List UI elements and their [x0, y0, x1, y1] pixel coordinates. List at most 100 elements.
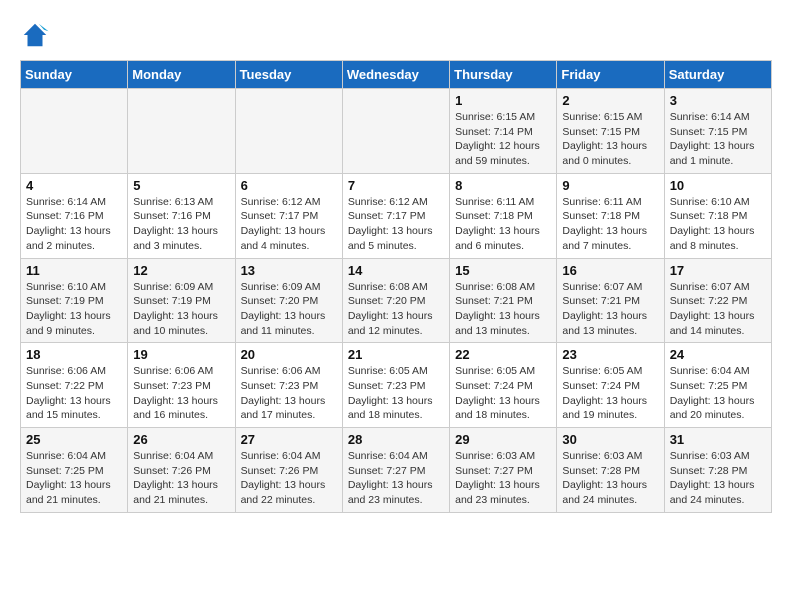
day-number: 27 — [241, 432, 337, 447]
day-number: 4 — [26, 178, 122, 193]
day-number: 29 — [455, 432, 551, 447]
page-header — [20, 20, 772, 50]
days-header-row: SundayMondayTuesdayWednesdayThursdayFrid… — [21, 61, 772, 89]
day-number: 3 — [670, 93, 766, 108]
day-number: 22 — [455, 347, 551, 362]
day-of-week-header: Saturday — [664, 61, 771, 89]
day-info: Sunrise: 6:05 AM Sunset: 7:24 PM Dayligh… — [455, 364, 551, 423]
calendar-cell: 20 Sunrise: 6:06 AM Sunset: 7:23 PM Dayli… — [235, 343, 342, 428]
day-info: Sunrise: 6:11 AM Sunset: 7:18 PM Dayligh… — [562, 195, 658, 254]
day-number: 16 — [562, 263, 658, 278]
calendar-table: SundayMondayTuesdayWednesdayThursdayFrid… — [20, 60, 772, 513]
day-number: 18 — [26, 347, 122, 362]
day-number: 19 — [133, 347, 229, 362]
calendar-cell: 5 Sunrise: 6:13 AM Sunset: 7:16 PM Daylig… — [128, 173, 235, 258]
day-info: Sunrise: 6:06 AM Sunset: 7:23 PM Dayligh… — [133, 364, 229, 423]
day-info: Sunrise: 6:06 AM Sunset: 7:22 PM Dayligh… — [26, 364, 122, 423]
day-info: Sunrise: 6:15 AM Sunset: 7:15 PM Dayligh… — [562, 110, 658, 169]
day-info: Sunrise: 6:04 AM Sunset: 7:27 PM Dayligh… — [348, 449, 444, 508]
calendar-cell: 9 Sunrise: 6:11 AM Sunset: 7:18 PM Daylig… — [557, 173, 664, 258]
day-info: Sunrise: 6:10 AM Sunset: 7:19 PM Dayligh… — [26, 280, 122, 339]
day-number: 1 — [455, 93, 551, 108]
day-info: Sunrise: 6:03 AM Sunset: 7:27 PM Dayligh… — [455, 449, 551, 508]
day-number: 10 — [670, 178, 766, 193]
day-info: Sunrise: 6:13 AM Sunset: 7:16 PM Dayligh… — [133, 195, 229, 254]
day-of-week-header: Wednesday — [342, 61, 449, 89]
calendar-cell: 1 Sunrise: 6:15 AM Sunset: 7:14 PM Daylig… — [450, 89, 557, 174]
day-info: Sunrise: 6:11 AM Sunset: 7:18 PM Dayligh… — [455, 195, 551, 254]
day-info: Sunrise: 6:06 AM Sunset: 7:23 PM Dayligh… — [241, 364, 337, 423]
day-of-week-header: Friday — [557, 61, 664, 89]
day-number: 11 — [26, 263, 122, 278]
calendar-cell: 23 Sunrise: 6:05 AM Sunset: 7:24 PM Dayli… — [557, 343, 664, 428]
day-number: 2 — [562, 93, 658, 108]
calendar-cell: 22 Sunrise: 6:05 AM Sunset: 7:24 PM Dayli… — [450, 343, 557, 428]
day-number: 26 — [133, 432, 229, 447]
day-info: Sunrise: 6:04 AM Sunset: 7:26 PM Dayligh… — [133, 449, 229, 508]
day-number: 9 — [562, 178, 658, 193]
day-of-week-header: Thursday — [450, 61, 557, 89]
calendar-week-row: 25Sunrise: 6:04 AM Sunset: 7:25 PM Dayli… — [21, 428, 772, 513]
day-number: 23 — [562, 347, 658, 362]
calendar-cell: 2 Sunrise: 6:15 AM Sunset: 7:15 PM Daylig… — [557, 89, 664, 174]
calendar-cell: 31Sunrise: 6:03 AM Sunset: 7:28 PM Dayli… — [664, 428, 771, 513]
calendar-cell: 17 Sunrise: 6:07 AM Sunset: 7:22 PM Dayli… — [664, 258, 771, 343]
day-number: 6 — [241, 178, 337, 193]
day-number: 15 — [455, 263, 551, 278]
day-info: Sunrise: 6:03 AM Sunset: 7:28 PM Dayligh… — [562, 449, 658, 508]
day-info: Sunrise: 6:04 AM Sunset: 7:25 PM Dayligh… — [670, 364, 766, 423]
day-info: Sunrise: 6:03 AM Sunset: 7:28 PM Dayligh… — [670, 449, 766, 508]
calendar-cell: 15 Sunrise: 6:08 AM Sunset: 7:21 PM Dayli… — [450, 258, 557, 343]
day-info: Sunrise: 6:07 AM Sunset: 7:21 PM Dayligh… — [562, 280, 658, 339]
day-number: 7 — [348, 178, 444, 193]
day-info: Sunrise: 6:05 AM Sunset: 7:23 PM Dayligh… — [348, 364, 444, 423]
day-info: Sunrise: 6:12 AM Sunset: 7:17 PM Dayligh… — [241, 195, 337, 254]
calendar-week-row: 1 Sunrise: 6:15 AM Sunset: 7:14 PM Daylig… — [21, 89, 772, 174]
day-number: 21 — [348, 347, 444, 362]
calendar-week-row: 4Sunrise: 6:14 AM Sunset: 7:16 PM Daylig… — [21, 173, 772, 258]
calendar-cell: 13Sunrise: 6:09 AM Sunset: 7:20 PM Dayli… — [235, 258, 342, 343]
day-info: Sunrise: 6:09 AM Sunset: 7:19 PM Dayligh… — [133, 280, 229, 339]
logo-icon — [20, 20, 50, 50]
day-number: 12 — [133, 263, 229, 278]
day-info: Sunrise: 6:04 AM Sunset: 7:26 PM Dayligh… — [241, 449, 337, 508]
day-info: Sunrise: 6:12 AM Sunset: 7:17 PM Dayligh… — [348, 195, 444, 254]
calendar-cell: 21 Sunrise: 6:05 AM Sunset: 7:23 PM Dayli… — [342, 343, 449, 428]
calendar-cell: 25Sunrise: 6:04 AM Sunset: 7:25 PM Dayli… — [21, 428, 128, 513]
calendar-cell — [128, 89, 235, 174]
calendar-cell: 3 Sunrise: 6:14 AM Sunset: 7:15 PM Daylig… — [664, 89, 771, 174]
calendar-cell — [21, 89, 128, 174]
calendar-cell: 12 Sunrise: 6:09 AM Sunset: 7:19 PM Dayli… — [128, 258, 235, 343]
day-number: 17 — [670, 263, 766, 278]
day-number: 20 — [241, 347, 337, 362]
calendar-cell: 6 Sunrise: 6:12 AM Sunset: 7:17 PM Daylig… — [235, 173, 342, 258]
calendar-cell — [235, 89, 342, 174]
calendar-cell — [342, 89, 449, 174]
calendar-cell: 10 Sunrise: 6:10 AM Sunset: 7:18 PM Dayli… — [664, 173, 771, 258]
day-info: Sunrise: 6:07 AM Sunset: 7:22 PM Dayligh… — [670, 280, 766, 339]
calendar-cell: 8 Sunrise: 6:11 AM Sunset: 7:18 PM Daylig… — [450, 173, 557, 258]
day-number: 14 — [348, 263, 444, 278]
calendar-cell: 4Sunrise: 6:14 AM Sunset: 7:16 PM Daylig… — [21, 173, 128, 258]
day-of-week-header: Tuesday — [235, 61, 342, 89]
day-info: Sunrise: 6:05 AM Sunset: 7:24 PM Dayligh… — [562, 364, 658, 423]
day-number: 24 — [670, 347, 766, 362]
day-info: Sunrise: 6:15 AM Sunset: 7:14 PM Dayligh… — [455, 110, 551, 169]
calendar-cell: 14Sunrise: 6:08 AM Sunset: 7:20 PM Dayli… — [342, 258, 449, 343]
calendar-cell: 29 Sunrise: 6:03 AM Sunset: 7:27 PM Dayli… — [450, 428, 557, 513]
calendar-week-row: 18 Sunrise: 6:06 AM Sunset: 7:22 PM Dayli… — [21, 343, 772, 428]
calendar-cell: 16 Sunrise: 6:07 AM Sunset: 7:21 PM Dayli… — [557, 258, 664, 343]
day-info: Sunrise: 6:08 AM Sunset: 7:21 PM Dayligh… — [455, 280, 551, 339]
calendar-cell: 11 Sunrise: 6:10 AM Sunset: 7:19 PM Dayli… — [21, 258, 128, 343]
day-info: Sunrise: 6:10 AM Sunset: 7:18 PM Dayligh… — [670, 195, 766, 254]
day-info: Sunrise: 6:14 AM Sunset: 7:15 PM Dayligh… — [670, 110, 766, 169]
calendar-cell: 18 Sunrise: 6:06 AM Sunset: 7:22 PM Dayli… — [21, 343, 128, 428]
calendar-week-row: 11 Sunrise: 6:10 AM Sunset: 7:19 PM Dayli… — [21, 258, 772, 343]
day-number: 13 — [241, 263, 337, 278]
calendar-cell: 19 Sunrise: 6:06 AM Sunset: 7:23 PM Dayli… — [128, 343, 235, 428]
day-number: 5 — [133, 178, 229, 193]
calendar-cell: 28Sunrise: 6:04 AM Sunset: 7:27 PM Dayli… — [342, 428, 449, 513]
day-number: 8 — [455, 178, 551, 193]
calendar-cell: 26 Sunrise: 6:04 AM Sunset: 7:26 PM Dayli… — [128, 428, 235, 513]
day-number: 25 — [26, 432, 122, 447]
